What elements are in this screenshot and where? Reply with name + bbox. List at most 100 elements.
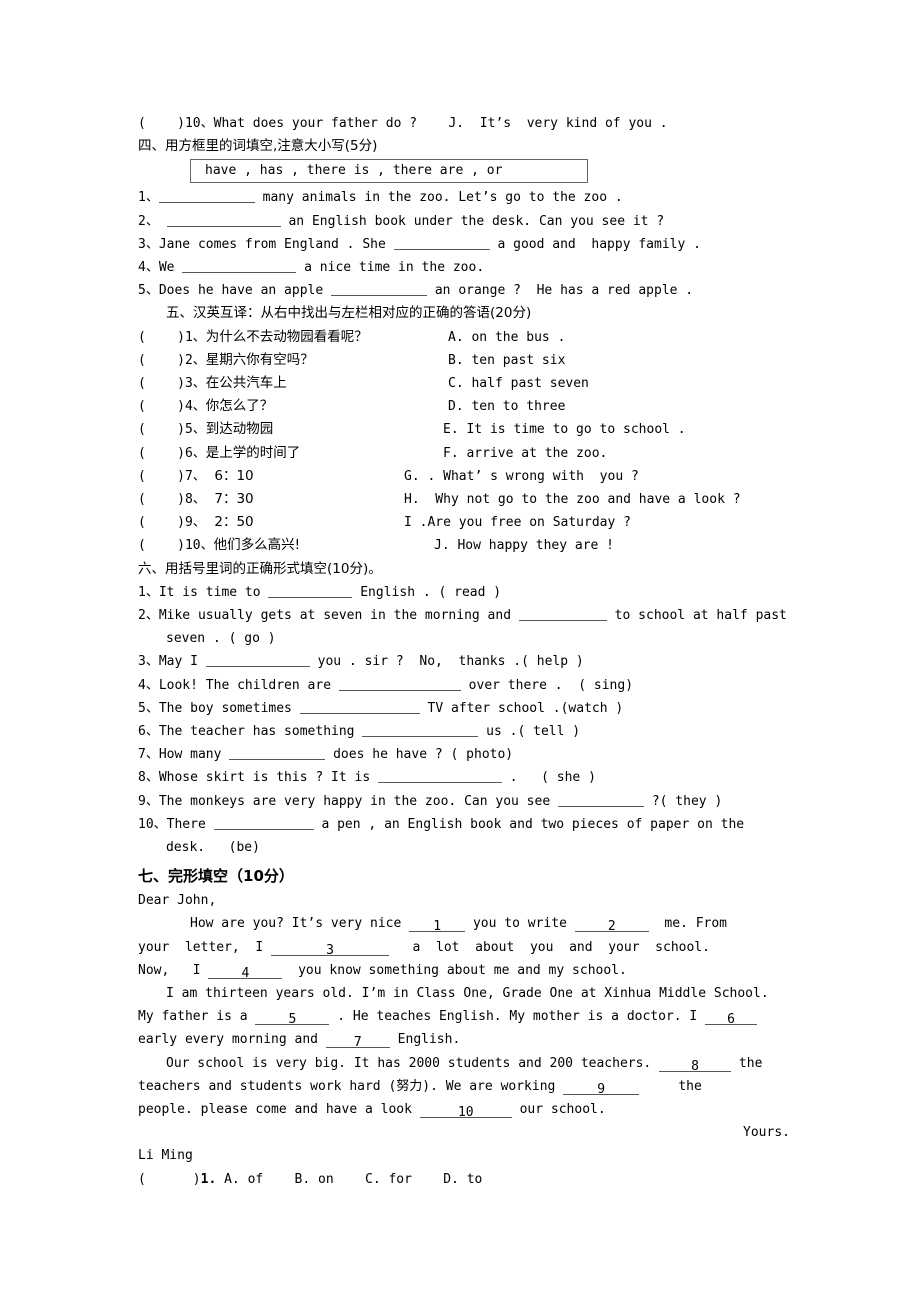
cloze-q1-choices[interactable]: A. of B. on C. for D. to	[216, 1172, 482, 1187]
cloze-p3-l2-seg2: ). We are working	[422, 1078, 564, 1094]
match-left-6: ( )6、是上学的时间了	[138, 442, 300, 465]
s4-item-4-num: 4、	[138, 260, 159, 276]
s6-item-10-blank[interactable]	[213, 816, 314, 830]
cloze-p3-l1-seg1: Our school is very big. It has 2000 stud…	[166, 1055, 660, 1071]
s6-item-4: 4、Look! The children are over there . ( …	[138, 674, 798, 697]
s6-item-2-blank[interactable]	[518, 607, 607, 621]
cloze-p3-l2-seg1: teachers and students work hard (	[138, 1078, 397, 1094]
match-prefix-3[interactable]: ( )3、	[138, 376, 206, 391]
match-prefix-7[interactable]: ( )7、	[138, 469, 206, 484]
match-left-text-9: 2：50	[205, 514, 254, 531]
cloze-p3-line1: Our school is very big. It has 2000 stud…	[138, 1052, 798, 1075]
cloze-blank-10[interactable]: 10	[419, 1101, 512, 1120]
s4-item-3-num: 3、	[138, 236, 159, 252]
s6-item-8-blank[interactable]	[377, 769, 502, 784]
s4-item-4-before: We	[158, 260, 183, 276]
match-prefix-6[interactable]: ( )6、	[138, 446, 206, 461]
cloze-p1-l3-seg2: you know something about me and my schoo…	[282, 962, 627, 978]
exam-page: ( )10、What does your father do ? J. It’s…	[0, 0, 920, 1302]
section-four-heading: 四、用方框里的词填空,注意大小写(5分)	[138, 138, 378, 155]
s6-item-6: 6、The teacher has something us .( tell )	[138, 720, 798, 743]
cloze-blank-4[interactable]: 4	[208, 962, 283, 981]
cloze-p1-line1: How are you? It’s very nice 1 you to wri…	[138, 912, 798, 935]
word-bank-box: have , has , there is , there are , or	[190, 159, 588, 184]
cloze-blank-7[interactable]: 7	[325, 1031, 390, 1050]
cloze-blank-3[interactable]: 3	[271, 939, 390, 958]
s6-item-9-blank[interactable]	[558, 793, 644, 807]
s6-item-7-blank[interactable]	[229, 746, 326, 761]
s6-item-2-cont: seven . ( go )	[166, 631, 276, 647]
s6-item-1-blank[interactable]	[268, 584, 353, 598]
s6-item-3-before: May I	[158, 654, 206, 670]
cloze-p3-l3-seg2: our school.	[511, 1101, 606, 1117]
s6-item-9-num: 9、	[138, 793, 159, 809]
s4-item-5-blank[interactable]	[331, 282, 428, 297]
s6-item-6-after: us .( tell )	[478, 723, 581, 739]
cloze-p2-l2-seg2: . He teaches English. My mother is a doc…	[329, 1009, 706, 1025]
s4-item-1-blank[interactable]	[158, 189, 255, 204]
cloze-blank-8[interactable]: 8	[659, 1055, 732, 1074]
cloze-blank-9[interactable]: 9	[563, 1078, 640, 1097]
cloze-blank-6[interactable]: 6	[705, 1008, 758, 1027]
match-left-7: ( )7、 6：10	[138, 465, 254, 488]
match-left-text-5: 到达动物园	[205, 421, 274, 438]
match-left-text-8: 7：30	[205, 490, 254, 507]
cloze-p1-l3-seg1: Now, I	[138, 962, 209, 978]
match-right-3: C. half past seven	[448, 376, 589, 391]
match-prefix-8[interactable]: ( )8、	[138, 492, 206, 507]
match-right-5: E. It is time to go to school .	[443, 422, 686, 438]
cloze-p2-line1: I am thirteen years old. I’m in Class On…	[166, 985, 769, 1001]
s4-item-2-num: 2、	[138, 213, 159, 229]
s6-item-6-blank[interactable]	[362, 723, 479, 737]
cloze-q1-prefix[interactable]: ( )	[138, 1172, 201, 1187]
s4-item-4-blank[interactable]	[182, 259, 297, 274]
s4-item-5-after: an orange ? He has a red apple .	[427, 283, 694, 299]
s6-item-4-blank[interactable]	[338, 677, 461, 691]
match-left-text-1: 为什么不去动物园看看呢？	[205, 328, 368, 345]
s6-item-2-num: 2、	[138, 607, 159, 623]
match-prefix-1[interactable]: ( )1、	[138, 330, 206, 345]
word-bank-wrapper: have , has , there is , there are , or	[138, 158, 798, 186]
match-row: ( )7、 6：10 G. . What’ s wrong with you ?	[138, 465, 798, 488]
s6-item-5-blank[interactable]	[299, 700, 420, 714]
cloze-blank-2[interactable]: 2	[574, 915, 649, 934]
s6-item-7-num: 7、	[138, 747, 159, 763]
s6-item-5-after: TV after school .(watch )	[419, 700, 624, 716]
match-row: ( )6、是上学的时间了 F. arrive at the zoo.	[138, 442, 798, 465]
section-six-heading: 六、用括号里词的正确形式填空(10分)。	[138, 560, 382, 577]
s4-item-3: 3、Jane comes from England . She a good a…	[138, 233, 798, 256]
s6-item-10: 10、There a pen , an English book and two…	[138, 813, 798, 836]
match-row: ( )10、他们多么高兴! J. How happy they are !	[138, 534, 798, 557]
s4-item-1-after: many animals in the zoo. Let’s go to the…	[262, 190, 623, 206]
match-prefix-2[interactable]: ( )2、	[138, 353, 206, 368]
match-prefix-9[interactable]: ( )9、	[138, 515, 206, 530]
s6-item-7-after: does he have ? ( photo)	[325, 747, 514, 763]
section-five-heading: 五、汉英互译：从右中找出与左栏相对应的正确的答语(20分)	[166, 305, 532, 322]
match-prefix-5[interactable]: ( )5、	[138, 422, 206, 437]
s6-item-5: 5、The boy sometimes TV after school .(wa…	[138, 697, 798, 720]
s6-item-7: 7、How many does he have ? ( photo)	[138, 743, 798, 766]
s6-item-1-after: English . ( read )	[352, 584, 502, 600]
cloze-p3-l2-cn: 努力	[396, 1078, 423, 1094]
carryover-item-10: ( )10、What does your father do ? J. It’s…	[138, 112, 798, 135]
s6-item-8-num: 8、	[138, 770, 159, 786]
s6-item-6-before: The teacher has something	[158, 723, 363, 739]
cloze-blank-5[interactable]: 5	[255, 1008, 330, 1027]
s4-item-2-blank[interactable]	[166, 213, 281, 227]
match-prefix-10[interactable]: ( )10、	[138, 538, 214, 553]
s4-item-3-blank[interactable]	[393, 236, 490, 250]
match-prefix-4[interactable]: ( )4、	[138, 399, 206, 414]
match-left-text-6: 是上学的时间了	[205, 444, 301, 461]
match-row: ( )8、 7：30 H. Why not go to the zoo and …	[138, 488, 798, 511]
s6-item-3-blank[interactable]	[205, 653, 310, 668]
match-left-10: ( )10、他们多么高兴!	[138, 534, 300, 557]
match-row: ( )3、在公共汽车上 C. half past seven	[138, 372, 798, 395]
cloze-p1-line3: Now, I 4 you know something about me and…	[138, 959, 798, 982]
cloze-p2-line2: My father is a 5 . He teaches English. M…	[138, 1005, 798, 1028]
cloze-blank-1[interactable]: 1	[409, 915, 466, 934]
cloze-p3-l2-seg3: the	[639, 1078, 702, 1094]
s6-item-5-before: The boy sometimes	[158, 700, 300, 716]
cloze-p2-line3: early every morning and 7 English.	[138, 1028, 798, 1051]
cloze-p2-l3-seg1: early every morning and	[138, 1032, 326, 1048]
match-row: ( )9、 2：50 I .Are you free on Saturday ?	[138, 511, 798, 534]
